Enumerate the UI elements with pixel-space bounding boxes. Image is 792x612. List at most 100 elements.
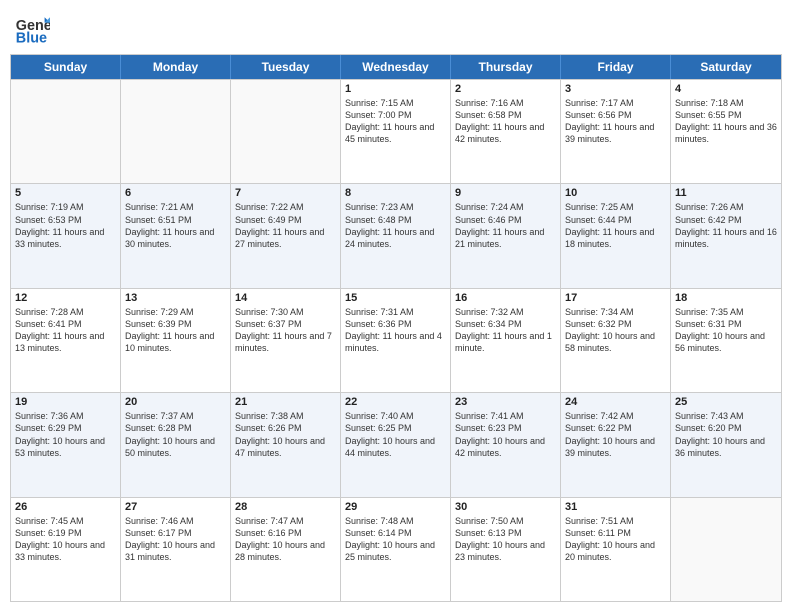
calendar-cell: 2 Sunrise: 7:16 AM Sunset: 6:58 PM Daylig…	[451, 80, 561, 183]
day-info: Sunrise: 7:19 AM Sunset: 6:53 PM Dayligh…	[15, 201, 116, 250]
day-info: Sunrise: 7:50 AM Sunset: 6:13 PM Dayligh…	[455, 515, 556, 564]
calendar-cell: 25 Sunrise: 7:43 AM Sunset: 6:20 PM Dayli…	[671, 393, 781, 496]
day-info: Sunrise: 7:51 AM Sunset: 6:11 PM Dayligh…	[565, 515, 666, 564]
weekday-header: Saturday	[671, 55, 781, 79]
calendar-cell: 24 Sunrise: 7:42 AM Sunset: 6:22 PM Dayli…	[561, 393, 671, 496]
calendar-cell: 20Sunrise: 7:37 AM Sunset: 6:28 PM Dayli…	[121, 393, 231, 496]
day-info: Sunrise: 7:36 AM Sunset: 6:29 PM Dayligh…	[15, 410, 116, 459]
calendar-row: 12 Sunrise: 7:28 AM Sunset: 6:41 PM Dayli…	[11, 288, 781, 392]
calendar-cell: 11Sunrise: 7:26 AM Sunset: 6:42 PM Dayli…	[671, 184, 781, 287]
calendar-cell: 22 Sunrise: 7:40 AM Sunset: 6:25 PM Dayli…	[341, 393, 451, 496]
day-info: Sunrise: 7:24 AM Sunset: 6:46 PM Dayligh…	[455, 201, 556, 250]
day-number: 4	[675, 83, 777, 95]
day-info: Sunrise: 7:42 AM Sunset: 6:22 PM Dayligh…	[565, 410, 666, 459]
logo-icon: General Blue	[14, 10, 50, 46]
calendar-cell	[11, 80, 121, 183]
calendar-cell: 12 Sunrise: 7:28 AM Sunset: 6:41 PM Dayli…	[11, 289, 121, 392]
calendar-cell	[671, 498, 781, 601]
weekday-header: Wednesday	[341, 55, 451, 79]
calendar-cell: 9 Sunrise: 7:24 AM Sunset: 6:46 PM Daylig…	[451, 184, 561, 287]
day-info: Sunrise: 7:25 AM Sunset: 6:44 PM Dayligh…	[565, 201, 666, 250]
calendar-cell: 5 Sunrise: 7:19 AM Sunset: 6:53 PM Daylig…	[11, 184, 121, 287]
day-number: 27	[125, 501, 226, 513]
calendar-cell: 3Sunrise: 7:17 AM Sunset: 6:56 PM Daylig…	[561, 80, 671, 183]
day-number: 21	[235, 396, 336, 408]
day-info: Sunrise: 7:40 AM Sunset: 6:25 PM Dayligh…	[345, 410, 446, 459]
day-info: Sunrise: 7:29 AM Sunset: 6:39 PM Dayligh…	[125, 306, 226, 355]
day-number: 12	[15, 292, 116, 304]
calendar-cell: 13Sunrise: 7:29 AM Sunset: 6:39 PM Dayli…	[121, 289, 231, 392]
day-info: Sunrise: 7:18 AM Sunset: 6:55 PM Dayligh…	[675, 97, 777, 146]
day-number: 30	[455, 501, 556, 513]
calendar-row: 19 Sunrise: 7:36 AM Sunset: 6:29 PM Dayli…	[11, 392, 781, 496]
calendar-cell: 16 Sunrise: 7:32 AM Sunset: 6:34 PM Dayli…	[451, 289, 561, 392]
day-number: 26	[15, 501, 116, 513]
day-number: 25	[675, 396, 777, 408]
day-info: Sunrise: 7:47 AM Sunset: 6:16 PM Dayligh…	[235, 515, 336, 564]
day-number: 31	[565, 501, 666, 513]
day-number: 18	[675, 292, 777, 304]
calendar-cell: 23 Sunrise: 7:41 AM Sunset: 6:23 PM Dayli…	[451, 393, 561, 496]
calendar-cell: 17 Sunrise: 7:34 AM Sunset: 6:32 PM Dayli…	[561, 289, 671, 392]
weekday-header: Monday	[121, 55, 231, 79]
calendar-cell: 7Sunrise: 7:22 AM Sunset: 6:49 PM Daylig…	[231, 184, 341, 287]
calendar-cell: 27Sunrise: 7:46 AM Sunset: 6:17 PM Dayli…	[121, 498, 231, 601]
day-info: Sunrise: 7:30 AM Sunset: 6:37 PM Dayligh…	[235, 306, 336, 355]
calendar-cell: 6Sunrise: 7:21 AM Sunset: 6:51 PM Daylig…	[121, 184, 231, 287]
day-number: 15	[345, 292, 446, 304]
svg-text:Blue: Blue	[16, 30, 47, 46]
day-info: Sunrise: 7:21 AM Sunset: 6:51 PM Dayligh…	[125, 201, 226, 250]
day-number: 23	[455, 396, 556, 408]
calendar-cell: 26 Sunrise: 7:45 AM Sunset: 6:19 PM Dayli…	[11, 498, 121, 601]
day-info: Sunrise: 7:43 AM Sunset: 6:20 PM Dayligh…	[675, 410, 777, 459]
day-info: Sunrise: 7:34 AM Sunset: 6:32 PM Dayligh…	[565, 306, 666, 355]
day-info: Sunrise: 7:26 AM Sunset: 6:42 PM Dayligh…	[675, 201, 777, 250]
day-info: Sunrise: 7:38 AM Sunset: 6:26 PM Dayligh…	[235, 410, 336, 459]
day-info: Sunrise: 7:37 AM Sunset: 6:28 PM Dayligh…	[125, 410, 226, 459]
day-number: 29	[345, 501, 446, 513]
day-info: Sunrise: 7:17 AM Sunset: 6:56 PM Dayligh…	[565, 97, 666, 146]
day-info: Sunrise: 7:41 AM Sunset: 6:23 PM Dayligh…	[455, 410, 556, 459]
calendar-cell: 14 Sunrise: 7:30 AM Sunset: 6:37 PM Dayli…	[231, 289, 341, 392]
weekday-header: Thursday	[451, 55, 561, 79]
calendar-cell: 28 Sunrise: 7:47 AM Sunset: 6:16 PM Dayli…	[231, 498, 341, 601]
calendar-cell: 29 Sunrise: 7:48 AM Sunset: 6:14 PM Dayli…	[341, 498, 451, 601]
calendar-cell: 18 Sunrise: 7:35 AM Sunset: 6:31 PM Dayli…	[671, 289, 781, 392]
day-info: Sunrise: 7:28 AM Sunset: 6:41 PM Dayligh…	[15, 306, 116, 355]
logo: General Blue	[14, 10, 50, 46]
calendar-cell: 1Sunrise: 7:15 AM Sunset: 7:00 PM Daylig…	[341, 80, 451, 183]
day-number: 9	[455, 187, 556, 199]
day-info: Sunrise: 7:31 AM Sunset: 6:36 PM Dayligh…	[345, 306, 446, 355]
page-header: General Blue	[10, 10, 782, 46]
calendar-cell: 8Sunrise: 7:23 AM Sunset: 6:48 PM Daylig…	[341, 184, 451, 287]
day-number: 5	[15, 187, 116, 199]
day-number: 19	[15, 396, 116, 408]
calendar-cell: 10 Sunrise: 7:25 AM Sunset: 6:44 PM Dayli…	[561, 184, 671, 287]
day-number: 14	[235, 292, 336, 304]
calendar-body: 1Sunrise: 7:15 AM Sunset: 7:00 PM Daylig…	[11, 79, 781, 601]
day-number: 17	[565, 292, 666, 304]
day-number: 28	[235, 501, 336, 513]
day-info: Sunrise: 7:16 AM Sunset: 6:58 PM Dayligh…	[455, 97, 556, 146]
calendar-row: 1Sunrise: 7:15 AM Sunset: 7:00 PM Daylig…	[11, 79, 781, 183]
calendar-row: 26 Sunrise: 7:45 AM Sunset: 6:19 PM Dayli…	[11, 497, 781, 601]
day-info: Sunrise: 7:35 AM Sunset: 6:31 PM Dayligh…	[675, 306, 777, 355]
day-info: Sunrise: 7:32 AM Sunset: 6:34 PM Dayligh…	[455, 306, 556, 355]
day-number: 10	[565, 187, 666, 199]
calendar-cell	[121, 80, 231, 183]
day-info: Sunrise: 7:45 AM Sunset: 6:19 PM Dayligh…	[15, 515, 116, 564]
calendar-row: 5 Sunrise: 7:19 AM Sunset: 6:53 PM Daylig…	[11, 183, 781, 287]
calendar-cell: 19 Sunrise: 7:36 AM Sunset: 6:29 PM Dayli…	[11, 393, 121, 496]
day-number: 16	[455, 292, 556, 304]
day-info: Sunrise: 7:48 AM Sunset: 6:14 PM Dayligh…	[345, 515, 446, 564]
weekday-header: Sunday	[11, 55, 121, 79]
calendar-cell: 4 Sunrise: 7:18 AM Sunset: 6:55 PM Daylig…	[671, 80, 781, 183]
day-number: 24	[565, 396, 666, 408]
calendar-cell: 30 Sunrise: 7:50 AM Sunset: 6:13 PM Dayli…	[451, 498, 561, 601]
calendar-header: SundayMondayTuesdayWednesdayThursdayFrid…	[11, 55, 781, 79]
weekday-header: Friday	[561, 55, 671, 79]
day-number: 2	[455, 83, 556, 95]
day-info: Sunrise: 7:15 AM Sunset: 7:00 PM Dayligh…	[345, 97, 446, 146]
weekday-header: Tuesday	[231, 55, 341, 79]
day-number: 22	[345, 396, 446, 408]
